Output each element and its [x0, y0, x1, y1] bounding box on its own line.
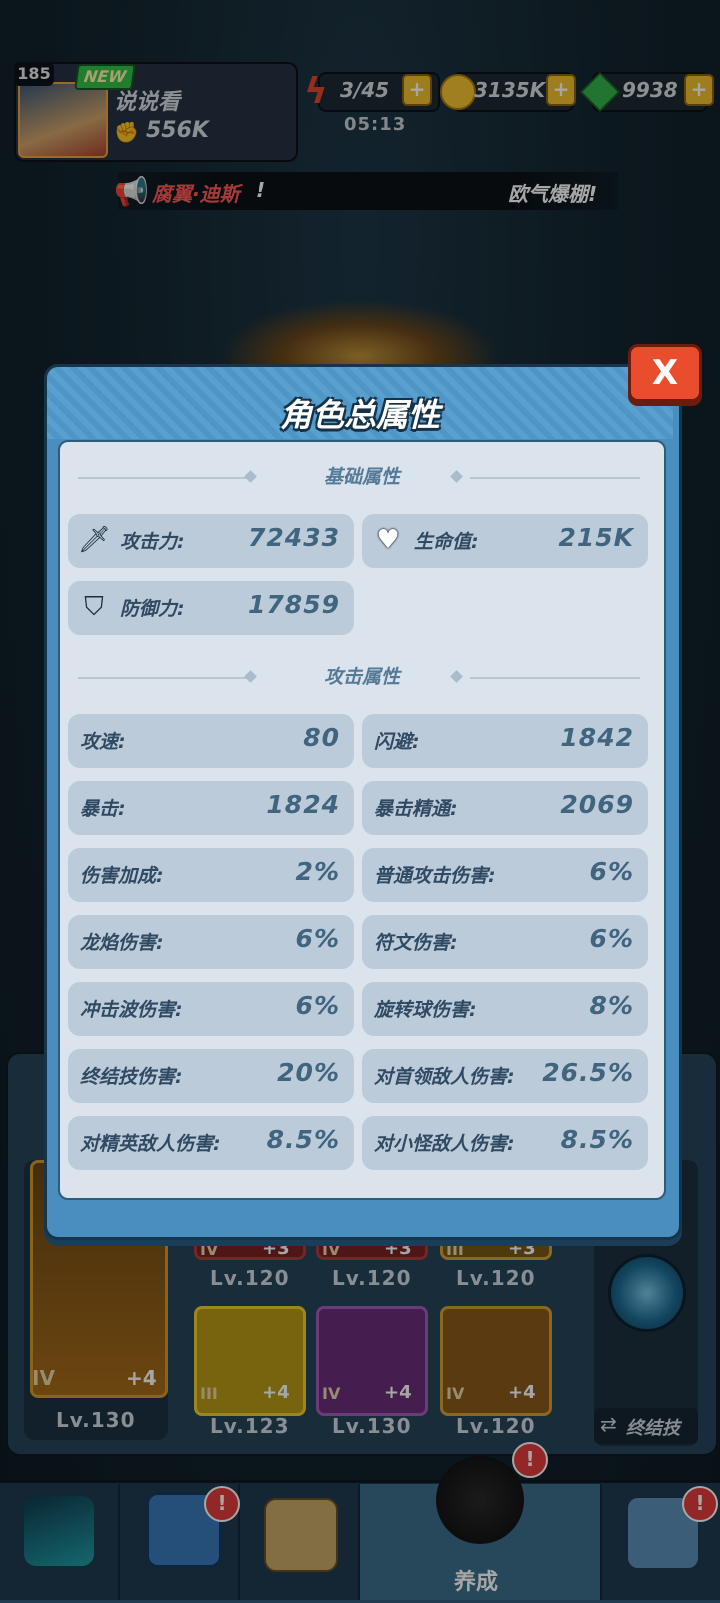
stat-label: 伤害加成: — [80, 865, 164, 887]
sword-icon: 🗡 — [78, 525, 112, 555]
stat-value: 2% — [295, 857, 340, 886]
stat-label: 闪避: — [374, 731, 420, 753]
stat-label: 对精英敌人伤害: — [80, 1133, 221, 1155]
stat-row: 普通攻击伤害: 6% — [362, 848, 648, 902]
divider — [470, 477, 640, 479]
stat-row: 旋转球伤害: 8% — [362, 982, 648, 1036]
stat-row: 闪避: 1842 — [362, 714, 648, 768]
stat-value: 20% — [277, 1058, 340, 1087]
stat-row: 符文伤害: 6% — [362, 915, 648, 969]
stat-value: 80 — [303, 723, 340, 752]
stat-value: 1842 — [560, 723, 634, 752]
stat-label: 对首领敌人伤害: — [374, 1066, 515, 1088]
section-header-basic: 基础属性 — [60, 462, 664, 492]
stat-value: 8% — [589, 991, 634, 1020]
stat-value: 1824 — [266, 790, 340, 819]
stat-label: 生命值: — [414, 531, 479, 553]
modal-title: 角色总属性 — [279, 396, 440, 434]
stat-row: 龙焰伤害: 6% — [68, 915, 354, 969]
stat-label: 攻击力: — [120, 531, 185, 553]
stat-value: 72433 — [248, 523, 340, 552]
stat-label: 攻速: — [80, 731, 126, 753]
stat-row: 对精英敌人伤害: 8.5% — [68, 1116, 354, 1170]
stat-value: 17859 — [248, 590, 340, 619]
stat-label: 龙焰伤害: — [80, 932, 164, 954]
stat-label: 符文伤害: — [374, 932, 458, 954]
stat-row: 伤害加成: 2% — [68, 848, 354, 902]
stat-label: 暴击精通: — [374, 798, 458, 820]
stat-row: 攻速: 80 — [68, 714, 354, 768]
stat-value: 215K — [558, 523, 634, 552]
stat-attack: 🗡 攻击力: 72433 — [68, 514, 354, 568]
divider — [470, 677, 640, 679]
stat-value: 26.5% — [542, 1058, 634, 1087]
stat-value: 6% — [589, 857, 634, 886]
stat-label: 冲击波伤害: — [80, 999, 183, 1021]
stat-value: 6% — [295, 991, 340, 1020]
stat-hp: ♥ 生命值: 215K — [362, 514, 648, 568]
stat-row: 对首领敌人伤害: 26.5% — [362, 1049, 648, 1103]
stat-row: 冲击波伤害: 6% — [68, 982, 354, 1036]
stat-label: 旋转球伤害: — [374, 999, 477, 1021]
stat-label: 防御力: — [120, 598, 185, 620]
section-header-attack: 攻击属性 — [60, 662, 664, 692]
stat-row: 终结技伤害: 20% — [68, 1049, 354, 1103]
stat-label: 终结技伤害: — [80, 1066, 183, 1088]
shield-icon: ⛉ — [84, 592, 104, 622]
stat-row: 对小怪敌人伤害: 8.5% — [362, 1116, 648, 1170]
stat-value: 2069 — [560, 790, 634, 819]
close-button[interactable]: X — [628, 344, 702, 402]
stat-value: 8.5% — [560, 1125, 634, 1154]
attributes-panel: 基础属性 🗡 攻击力: 72433 ♥ 生命值: 215K ⛉ 防御力: 178… — [58, 440, 666, 1200]
stat-value: 6% — [295, 924, 340, 953]
stat-row: 暴击: 1824 — [68, 781, 354, 835]
stat-row: 暴击精通: 2069 — [362, 781, 648, 835]
stat-label: 暴击: — [80, 798, 126, 820]
heart-icon: ♥ — [376, 525, 400, 555]
stat-label: 对小怪敌人伤害: — [374, 1133, 515, 1155]
stat-defense: ⛉ 防御力: 17859 — [68, 581, 354, 635]
stat-value: 6% — [589, 924, 634, 953]
stat-label: 普通攻击伤害: — [374, 865, 496, 887]
stat-value: 8.5% — [266, 1125, 340, 1154]
